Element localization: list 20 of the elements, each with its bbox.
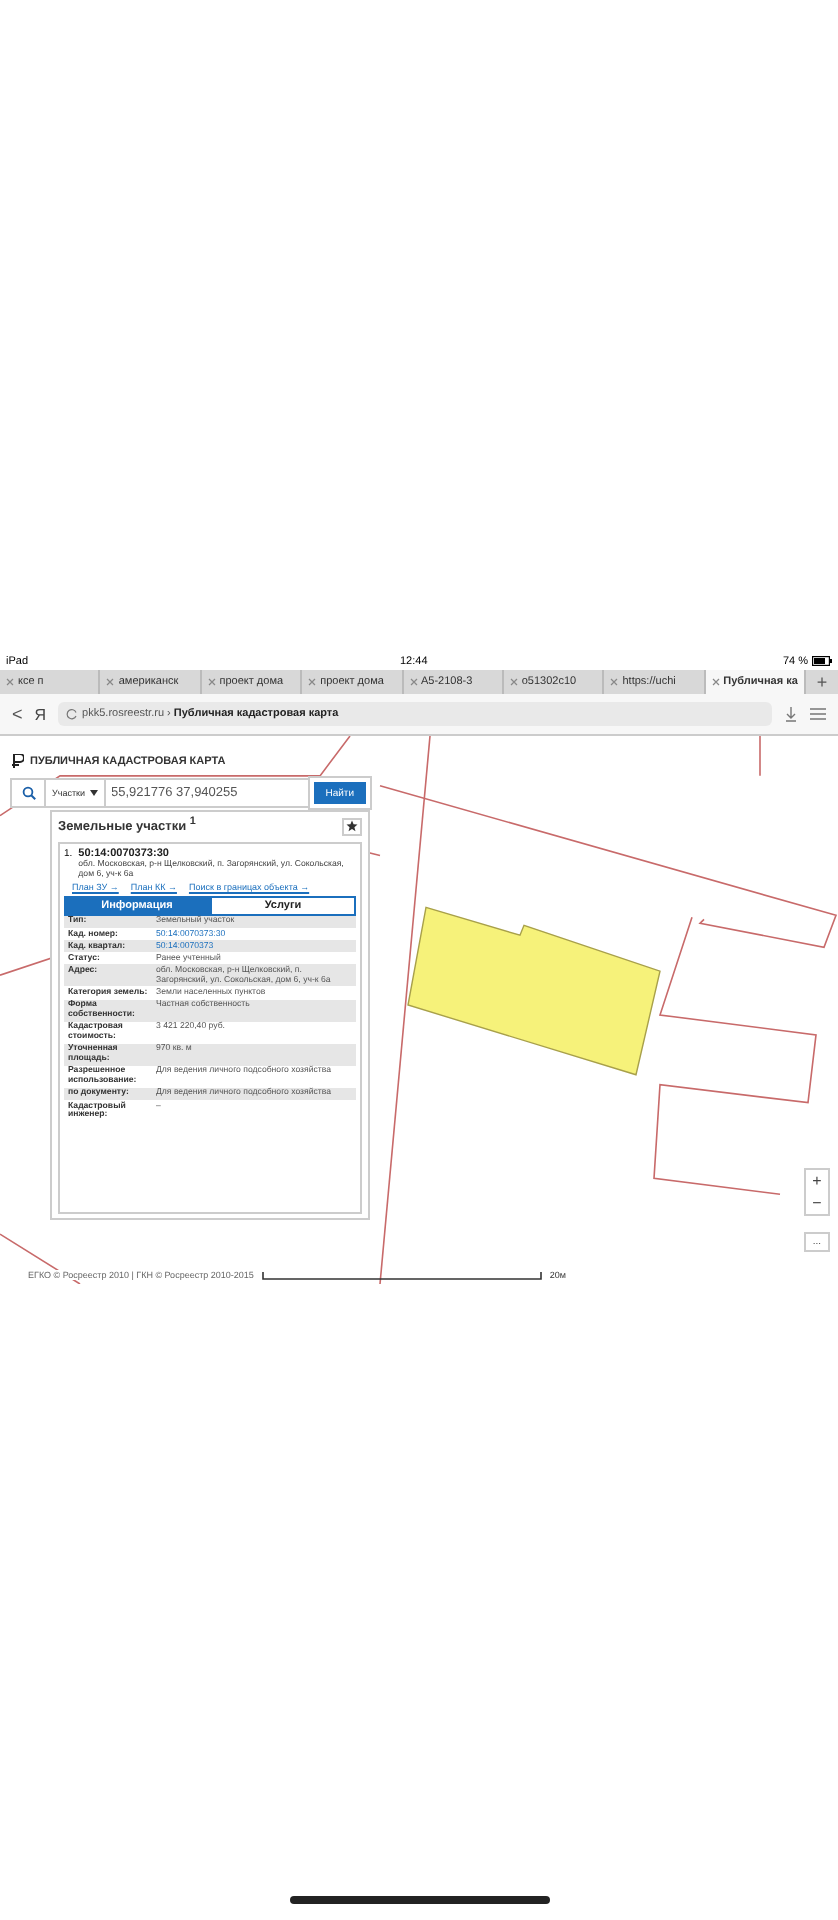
battery-icon xyxy=(812,656,832,666)
close-icon[interactable] xyxy=(509,678,518,686)
reload-icon[interactable] xyxy=(66,708,79,720)
close-icon[interactable] xyxy=(207,678,216,686)
close-icon[interactable] xyxy=(409,678,417,686)
search-button[interactable] xyxy=(10,778,46,808)
menu-icon[interactable] xyxy=(810,708,826,720)
browser-logo: Я xyxy=(34,705,47,723)
search-icon[interactable] xyxy=(21,786,35,800)
download-icon[interactable] xyxy=(784,706,798,722)
back-button[interactable]: < xyxy=(12,704,23,724)
close-icon[interactable] xyxy=(106,678,115,686)
close-icon[interactable] xyxy=(6,678,14,686)
close-icon[interactable] xyxy=(308,678,317,686)
new-tab-button[interactable]: + xyxy=(806,670,838,694)
close-icon[interactable] xyxy=(711,678,720,686)
logo-icon xyxy=(12,754,24,768)
favorite-button[interactable] xyxy=(342,817,362,835)
caret-icon[interactable] xyxy=(89,790,97,796)
close-icon[interactable] xyxy=(610,678,619,686)
